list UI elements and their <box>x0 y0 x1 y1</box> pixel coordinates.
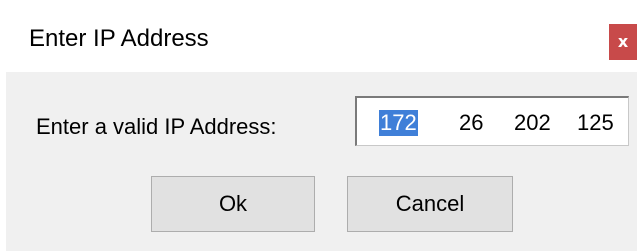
ip-octet-3[interactable]: 202 <box>514 110 551 136</box>
cancel-button[interactable]: Cancel <box>347 176 513 232</box>
close-button[interactable]: x <box>609 24 637 60</box>
ip-octet-1[interactable]: 172 <box>379 110 418 136</box>
ip-address-input[interactable]: 172 26 202 125 <box>355 96 629 146</box>
dialog-title: Enter IP Address <box>29 25 209 52</box>
title-bar[interactable]: Enter IP Address x <box>0 0 637 72</box>
ip-address-dialog: Enter IP Address x Enter a valid IP Addr… <box>0 0 637 251</box>
close-icon: x <box>617 32 629 51</box>
window-border <box>0 72 6 251</box>
ip-octet-4[interactable]: 125 <box>577 110 614 136</box>
ok-button[interactable]: Ok <box>151 176 315 232</box>
ip-address-prompt-label: Enter a valid IP Address: <box>36 114 277 139</box>
ip-octet-2[interactable]: 26 <box>459 110 483 136</box>
